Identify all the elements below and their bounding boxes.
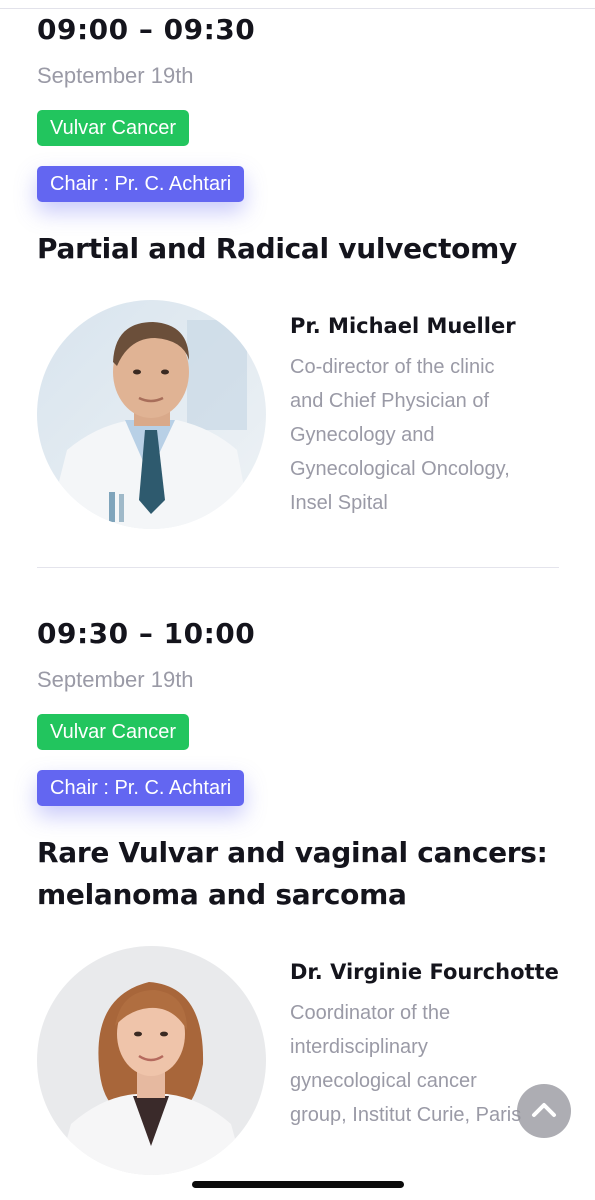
session-card: 09:00 – 09:30 September 19th Vulvar Canc… — [37, 12, 559, 530]
speaker-role-line: Coordinator of the — [290, 1002, 451, 1024]
speaker-role-line: Co-director of the clinic — [290, 356, 495, 378]
session-card: 09:30 – 10:00 September 19th Vulvar Canc… — [37, 616, 559, 1176]
speaker-role: Co-director of the clinic and Chief Phys… — [290, 350, 570, 520]
speaker-role-line: Insel Spital — [290, 492, 388, 514]
session-date: September 19th — [37, 63, 194, 88]
speaker-role-line: Gynecological Oncology, — [290, 458, 510, 480]
session-divider — [37, 567, 559, 568]
session-title-line: Rare Vulvar and vaginal cancers: — [37, 836, 548, 869]
home-indicator[interactable] — [192, 1181, 404, 1188]
topic-badge[interactable]: Vulvar Cancer — [37, 110, 189, 146]
session-title: Partial and Radical vulvectomy — [37, 232, 517, 265]
speaker-avatar[interactable] — [37, 946, 266, 1175]
session-time: 09:30 – 10:00 — [37, 617, 256, 650]
speaker-name[interactable]: Pr. Michael Mueller — [290, 312, 570, 340]
chair-badge[interactable]: Chair : Pr. C. Achtari — [37, 166, 245, 202]
session-list-page: 09:00 – 09:30 September 19th Vulvar Canc… — [0, 0, 595, 1200]
scroll-to-top-button[interactable] — [517, 1084, 571, 1138]
topic-badge[interactable]: Vulvar Cancer — [37, 714, 189, 750]
chevron-up-icon — [531, 1100, 557, 1123]
speaker-info: Pr. Michael Mueller Co-director of the c… — [290, 312, 570, 520]
speaker-block[interactable]: Dr. Virginie Fourchotte Coordinator of t… — [37, 946, 559, 1176]
session-date: September 19th — [37, 667, 194, 692]
speaker-block[interactable]: Pr. Michael Mueller Co-director of the c… — [37, 300, 559, 530]
session-title: Rare Vulvar and vaginal cancers: melanom… — [37, 832, 559, 916]
speaker-avatar[interactable] — [37, 300, 266, 529]
speaker-name[interactable]: Dr. Virginie Fourchotte — [290, 958, 570, 986]
session-title-line: melanoma and sarcoma — [37, 878, 407, 911]
speaker-role-line: interdisciplinary — [290, 1036, 428, 1058]
session-time: 09:00 – 09:30 — [37, 13, 256, 46]
chair-badge[interactable]: Chair : Pr. C. Achtari — [37, 770, 245, 806]
speaker-role-line: and Chief Physician of — [290, 390, 490, 412]
speaker-role-line: Gynecology and — [290, 424, 435, 446]
top-divider — [0, 8, 595, 9]
